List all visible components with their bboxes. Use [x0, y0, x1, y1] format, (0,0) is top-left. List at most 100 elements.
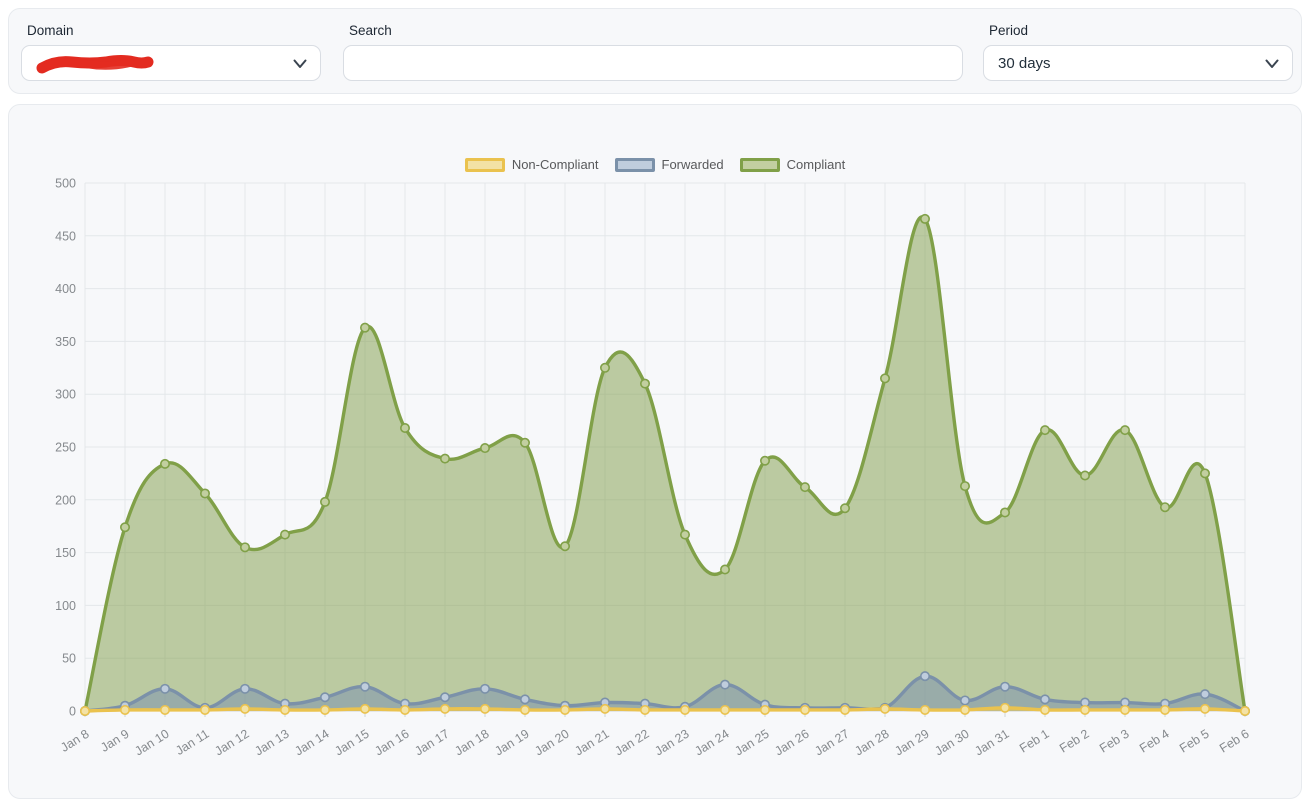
x-axis-tick-label: Jan 10: [132, 727, 171, 759]
data-point[interactable]: [1201, 690, 1209, 698]
data-point[interactable]: [1041, 695, 1049, 703]
data-point[interactable]: [881, 374, 889, 382]
data-point[interactable]: [721, 680, 729, 688]
data-point[interactable]: [561, 706, 569, 714]
x-axis-tick-label: Jan 14: [292, 727, 331, 759]
data-point[interactable]: [441, 693, 449, 701]
data-point[interactable]: [1201, 705, 1209, 713]
data-point[interactable]: [481, 444, 489, 452]
data-point[interactable]: [521, 439, 529, 447]
data-point[interactable]: [1001, 508, 1009, 516]
data-point[interactable]: [961, 482, 969, 490]
data-point[interactable]: [441, 454, 449, 462]
legend-swatch: [615, 158, 655, 172]
data-point[interactable]: [361, 323, 369, 331]
data-point[interactable]: [1001, 704, 1009, 712]
data-point[interactable]: [1161, 706, 1169, 714]
data-point[interactable]: [241, 543, 249, 551]
compliance-area-chart[interactable]: 050100150200250300350400450500Jan 8Jan 9…: [9, 105, 1301, 798]
data-point[interactable]: [1041, 706, 1049, 714]
data-point[interactable]: [641, 379, 649, 387]
period-select[interactable]: 30 days: [983, 45, 1293, 81]
data-point[interactable]: [161, 460, 169, 468]
data-point[interactable]: [881, 705, 889, 713]
data-point[interactable]: [641, 706, 649, 714]
data-point[interactable]: [681, 706, 689, 714]
data-point[interactable]: [481, 705, 489, 713]
x-axis-tick-label: Jan 30: [932, 727, 971, 759]
x-axis-tick-label: Feb 1: [1017, 727, 1052, 756]
x-axis-tick-label: Jan 22: [612, 727, 651, 759]
search-label: Search: [349, 23, 963, 38]
y-axis-tick-label: 500: [55, 177, 76, 191]
data-point[interactable]: [1161, 503, 1169, 511]
data-point[interactable]: [321, 706, 329, 714]
data-point[interactable]: [761, 457, 769, 465]
data-point[interactable]: [121, 523, 129, 531]
data-point[interactable]: [321, 693, 329, 701]
x-axis-tick-label: Jan 8: [58, 727, 91, 755]
legend-item-forwarded[interactable]: Forwarded: [615, 157, 724, 172]
data-point[interactable]: [1201, 469, 1209, 477]
x-axis-tick-label: Jan 27: [812, 727, 851, 759]
legend-swatch: [740, 158, 780, 172]
x-axis-tick-label: Jan 21: [572, 727, 611, 759]
data-point[interactable]: [561, 542, 569, 550]
data-point[interactable]: [401, 424, 409, 432]
data-point[interactable]: [281, 530, 289, 538]
y-axis-tick-label: 200: [55, 493, 76, 507]
x-axis-tick-label: Jan 16: [372, 727, 411, 759]
y-axis-tick-label: 0: [69, 705, 76, 719]
data-point[interactable]: [361, 683, 369, 691]
data-point[interactable]: [81, 707, 89, 715]
data-point[interactable]: [921, 706, 929, 714]
data-point[interactable]: [921, 672, 929, 680]
data-point[interactable]: [361, 705, 369, 713]
data-point[interactable]: [761, 706, 769, 714]
data-point[interactable]: [961, 706, 969, 714]
y-axis-tick-label: 400: [55, 282, 76, 296]
data-point[interactable]: [521, 695, 529, 703]
domain-select[interactable]: [21, 45, 321, 81]
data-point[interactable]: [681, 530, 689, 538]
data-point[interactable]: [801, 706, 809, 714]
legend-item-non-compliant[interactable]: Non-Compliant: [465, 157, 599, 172]
data-point[interactable]: [801, 483, 809, 491]
data-point[interactable]: [401, 706, 409, 714]
data-point[interactable]: [601, 705, 609, 713]
x-axis-tick-label: Feb 6: [1217, 727, 1252, 756]
data-point[interactable]: [241, 705, 249, 713]
search-input[interactable]: [343, 45, 963, 81]
data-point[interactable]: [961, 696, 969, 704]
data-point[interactable]: [521, 706, 529, 714]
period-value: 30 days: [998, 55, 1051, 72]
data-point[interactable]: [1041, 426, 1049, 434]
data-point[interactable]: [921, 215, 929, 223]
data-point[interactable]: [1001, 683, 1009, 691]
x-axis-tick-label: Jan 9: [98, 727, 131, 755]
data-point[interactable]: [201, 489, 209, 497]
data-point[interactable]: [281, 706, 289, 714]
data-point[interactable]: [161, 685, 169, 693]
data-point[interactable]: [1121, 426, 1129, 434]
data-point[interactable]: [1081, 471, 1089, 479]
legend-item-compliant[interactable]: Compliant: [740, 157, 846, 172]
data-point[interactable]: [321, 498, 329, 506]
data-point[interactable]: [841, 504, 849, 512]
chevron-down-icon: [293, 59, 307, 69]
data-point[interactable]: [1241, 707, 1249, 715]
data-point[interactable]: [841, 706, 849, 714]
chart-legend: Non-Compliant Forwarded Compliant: [9, 157, 1301, 172]
data-point[interactable]: [161, 706, 169, 714]
data-point[interactable]: [721, 706, 729, 714]
data-point[interactable]: [441, 705, 449, 713]
data-point[interactable]: [1121, 706, 1129, 714]
data-point[interactable]: [121, 706, 129, 714]
data-point[interactable]: [601, 364, 609, 372]
y-axis-tick-label: 150: [55, 546, 76, 560]
data-point[interactable]: [721, 565, 729, 573]
data-point[interactable]: [481, 685, 489, 693]
data-point[interactable]: [1081, 706, 1089, 714]
data-point[interactable]: [241, 685, 249, 693]
data-point[interactable]: [201, 706, 209, 714]
